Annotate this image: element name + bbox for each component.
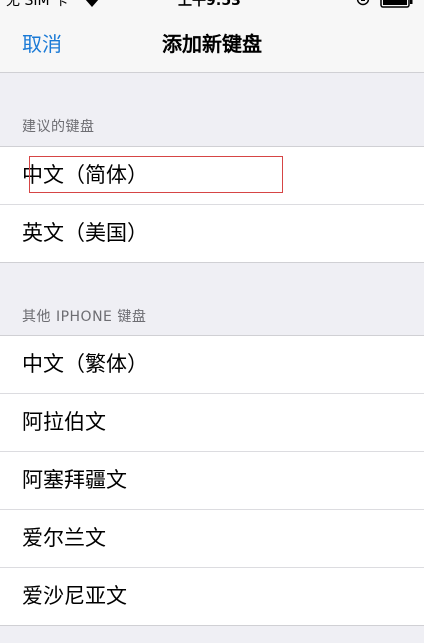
keyboard-item-label: 爱尔兰文	[22, 526, 106, 550]
carrier-label: 无 SIM 卡	[6, 0, 68, 9]
keyboard-item-label: 中文（简体）	[22, 163, 148, 187]
keyboard-item-arabic[interactable]: 阿拉伯文	[0, 393, 424, 451]
rotation-lock-icon	[356, 0, 370, 6]
keyboard-item-label: 中文（繁体）	[22, 352, 148, 376]
keyboard-item-english-us[interactable]: 英文（美国）	[0, 204, 424, 262]
keyboard-item-chinese-traditional[interactable]: 中文（繁体）	[0, 336, 424, 393]
suggested-keyboards-list: 中文（简体） 英文（美国）	[0, 146, 424, 263]
other-keyboards-list: 中文（繁体） 阿拉伯文 阿塞拜疆文 爱尔兰文 爱沙尼亚文	[0, 335, 424, 626]
keyboard-item-irish[interactable]: 爱尔兰文	[0, 509, 424, 567]
navigation-bar: 取消 添加新键盘	[0, 14, 424, 73]
clock: 上午9:53	[178, 0, 241, 9]
keyboard-item-label: 爱沙尼亚文	[22, 584, 127, 608]
keyboard-item-chinese-simplified[interactable]: 中文（简体）	[0, 147, 424, 204]
keyboard-item-label: 英文（美国）	[22, 221, 148, 245]
keyboard-item-estonian[interactable]: 爱沙尼亚文	[0, 567, 424, 625]
page-title: 添加新键盘	[162, 32, 262, 56]
keyboard-item-label: 阿拉伯文	[22, 410, 106, 434]
status-bar: 无 SIM 卡 上午9:53	[0, 0, 424, 14]
wifi-icon	[85, 0, 99, 7]
section-header-other: 其他 IPHONE 键盘	[22, 309, 147, 325]
keyboard-item-label: 阿塞拜疆文	[22, 468, 127, 492]
keyboard-item-azerbaijani[interactable]: 阿塞拜疆文	[0, 451, 424, 509]
battery-icon	[380, 0, 413, 8]
section-header-suggested: 建议的键盘	[22, 119, 95, 135]
